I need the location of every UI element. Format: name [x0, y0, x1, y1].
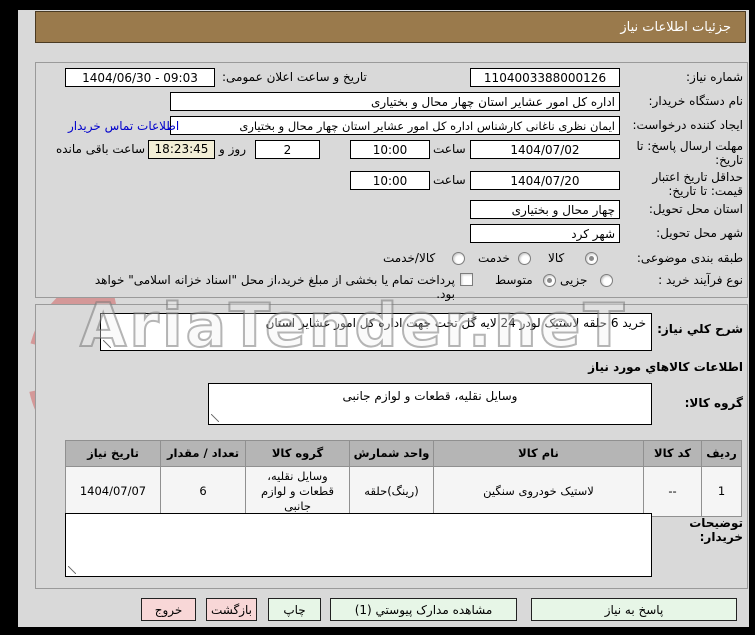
- cell-quantity: 6: [160, 466, 246, 517]
- process-type-radio-petty[interactable]: [600, 274, 613, 287]
- col-group: گروه کالا: [245, 440, 350, 467]
- cell-item-name: لاستیک خودروی سنگین: [433, 466, 644, 517]
- classification-radio-goods[interactable]: [585, 252, 598, 265]
- col-quantity: تعداد / مقدار: [160, 440, 246, 467]
- respond-to-need-button[interactable]: پاسخ به نیاز: [531, 598, 737, 621]
- creator-field[interactable]: [170, 116, 620, 135]
- exit-button[interactable]: خروج: [141, 598, 196, 621]
- items-table-header-row: ردیف کد کالا نام کالا واحد شمارش گروه کا…: [65, 440, 742, 467]
- cell-item-code: --: [643, 466, 702, 517]
- back-button[interactable]: بازگشت: [206, 598, 257, 621]
- table-row: 1 -- لاستیک خودروی سنگین (رینگ)حلقه وسای…: [65, 466, 742, 517]
- countdown-timer: 18:23:45: [148, 140, 215, 159]
- cell-group: وسایل نقلیه، قطعات و لوازم جانبی: [245, 466, 350, 517]
- items-section-title: اطلاعات کالاهاي مورد نیاز: [588, 360, 743, 374]
- items-table: ردیف کد کالا نام کالا واحد شمارش گروه کا…: [65, 440, 742, 517]
- process-type-label: نوع فرآیند خرید :: [658, 273, 743, 287]
- col-unit: واحد شمارش: [349, 440, 434, 467]
- remaining-days-field[interactable]: [255, 140, 320, 159]
- process-type-radio-medium[interactable]: [543, 274, 556, 287]
- view-attached-docs-button[interactable]: مشاهده مدارک پیوستي (1): [330, 598, 517, 621]
- classification-option-service: خدمت: [478, 251, 510, 265]
- deadline-label: مهلت ارسال پاسخ: تا تاریخ:: [636, 139, 743, 168]
- need-number-field[interactable]: [470, 68, 620, 87]
- buyer-org-field[interactable]: [170, 92, 620, 111]
- delivery-province-label: استان محل تحویل:: [648, 202, 743, 216]
- deadline-date-field[interactable]: [470, 140, 620, 159]
- col-item-code: کد کالا: [643, 440, 702, 467]
- goods-group-label: گروه کالا:: [684, 396, 743, 410]
- classification-radio-goods-service[interactable]: [452, 252, 465, 265]
- price-validity-hour-label: ساعت: [433, 173, 466, 187]
- classification-option-goods: کالا: [548, 251, 565, 265]
- page-title: جزئیات اطلاعات نیاز: [35, 11, 746, 43]
- creator-label: ایجاد کننده درخواست:: [632, 118, 743, 132]
- classification-radio-service[interactable]: [518, 252, 531, 265]
- need-desc-textarea[interactable]: خرید 6 حلقه لاستیک لودر 24 لایه گل تخت ج…: [100, 313, 652, 351]
- print-button[interactable]: چاپ: [268, 598, 321, 621]
- delivery-city-field[interactable]: [470, 224, 620, 243]
- announce-datetime-label: تاریخ و ساعت اعلان عمومی:: [222, 70, 367, 84]
- price-validity-date-field[interactable]: [470, 171, 620, 190]
- buyer-notes-label: توضیحات خریدار:: [689, 516, 743, 545]
- need-details-window: جزئیات اطلاعات نیاز شماره نیاز: تاریخ و …: [0, 0, 755, 635]
- col-row-number: ردیف: [701, 440, 742, 467]
- need-number-label: شماره نیاز:: [686, 70, 743, 84]
- classification-label: طبقه بندی موضوعی:: [636, 251, 743, 265]
- delivery-city-label: شهر محل تحویل:: [656, 226, 743, 240]
- classification-option-goods-service: کالا/خدمت: [383, 251, 436, 265]
- deadline-hour-field[interactable]: [350, 140, 430, 159]
- delivery-province-field[interactable]: [470, 200, 620, 219]
- need-desc-label: شرح کلي نیاز:: [657, 322, 743, 336]
- buyer-notes-textarea[interactable]: [65, 513, 652, 577]
- process-type-option-petty: جزیی: [560, 273, 588, 287]
- treasury-checkbox[interactable]: [460, 273, 473, 286]
- announce-datetime-field[interactable]: [65, 68, 215, 87]
- treasury-checkbox-label: پرداخت تمام یا بخشی از مبلغ خرید،از محل …: [94, 273, 455, 302]
- remaining-days-label: روز و: [219, 142, 246, 156]
- cell-need-date: 1404/07/07: [65, 466, 161, 517]
- buyer-contact-link[interactable]: اطلاعات تماس خریدار: [68, 119, 179, 133]
- buyer-org-label: نام دستگاه خریدار:: [648, 94, 744, 108]
- cell-row-number: 1: [701, 466, 742, 517]
- process-type-option-medium: متوسط: [495, 273, 533, 287]
- col-item-name: نام کالا: [433, 440, 644, 467]
- deadline-hour-label: ساعت: [433, 142, 466, 156]
- col-need-date: تاریخ نیاز: [65, 440, 161, 467]
- cell-unit: (رینگ)حلقه: [349, 466, 434, 517]
- goods-group-textarea[interactable]: وسایل نقلیه، قطعات و لوازم جانبی: [208, 383, 652, 425]
- price-validity-label: حداقل تاریخ اعتبار قیمت: تا تاریخ:: [652, 170, 743, 199]
- price-validity-hour-field[interactable]: [350, 171, 430, 190]
- countdown-label: ساعت باقی مانده: [55, 142, 145, 156]
